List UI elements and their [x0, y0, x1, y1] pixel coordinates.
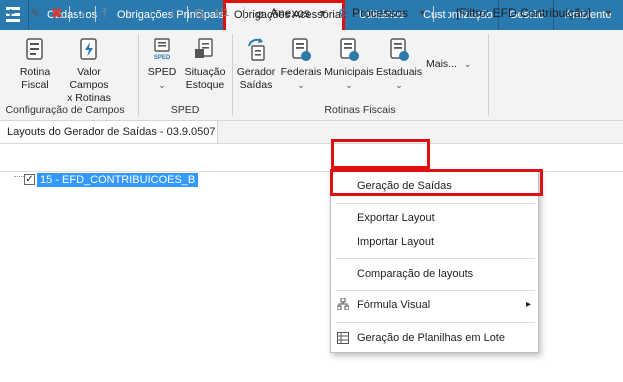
- filter-button[interactable]: [Filtro: EFD Contribuição]: [456, 0, 591, 27]
- rotina-fiscal-label-1: Rotina: [19, 66, 51, 78]
- submenu-arrow-icon: ▸: [526, 299, 532, 310]
- filter-icon[interactable]: [442, 0, 452, 27]
- divider: [433, 6, 434, 22]
- valor-campos-label-1: Valor Campos: [69, 66, 109, 91]
- document-badge-icon: [292, 38, 311, 61]
- chevron-down-icon: ⌄: [345, 80, 353, 90]
- processos-button[interactable]: Processos: [352, 0, 408, 27]
- divider: [488, 34, 489, 116]
- menu-item-comparacao-layouts[interactable]: Comparação de layouts: [357, 265, 473, 283]
- processos-dropdown-menu: Geração de Saídas Exportar Layout Import…: [330, 171, 539, 353]
- document-badge-icon: [390, 38, 409, 61]
- page-indicator: 1/1: [214, 7, 230, 19]
- estaduais-label: Estaduais: [376, 66, 423, 78]
- rotina-fiscal-label-2: Fiscal: [21, 79, 49, 91]
- federais-label: Federais: [280, 66, 322, 78]
- spreadsheet-icon: [337, 332, 349, 344]
- stock-document-icon: [195, 38, 213, 58]
- divider: [28, 0, 29, 30]
- gerador-saidas-button[interactable]: Gerador Saídas: [236, 38, 276, 92]
- anexos-dropdown-arrow-icon[interactable]: ▼: [318, 0, 327, 27]
- divider: [138, 34, 139, 116]
- menu-item-exportar-layout[interactable]: Exportar Layout: [357, 209, 435, 227]
- delete-icon[interactable]: ✖: [51, 0, 63, 27]
- document-badge-icon: [340, 38, 359, 61]
- menu-separator: [335, 322, 535, 323]
- highlight-box-processos: [331, 139, 430, 169]
- formula-visual-icon: [336, 297, 350, 311]
- move-up-icon[interactable]: ↑: [126, 0, 132, 27]
- refresh-icon[interactable]: ⟳: [76, 0, 88, 27]
- menu-separator: [335, 258, 535, 259]
- toolbar: [0, 144, 623, 172]
- gear-icon: ⚙: [338, 6, 349, 20]
- menu-item-importar-layout[interactable]: Importar Layout: [357, 233, 434, 251]
- chevron-down-icon: ⌄: [395, 80, 403, 90]
- item-checkbox[interactable]: ✓: [24, 174, 35, 185]
- federais-button[interactable]: Federais ⌄: [280, 38, 322, 92]
- valor-campos-button[interactable]: Valor Campos x Rotinas: [58, 38, 120, 105]
- group-label-sped: SPED: [170, 104, 200, 116]
- divider: [187, 6, 188, 22]
- tree-connector: [14, 176, 24, 178]
- tree-item-layout[interactable]: 15 - EFD_CONTRIBUICOES_B: [37, 173, 199, 187]
- gerador-label-2: Saídas: [239, 79, 273, 91]
- menu-separator: [335, 290, 535, 291]
- mais-label: Mais...: [426, 58, 457, 70]
- document-icon: [26, 38, 43, 60]
- municipais-label: Municipais: [324, 66, 374, 78]
- sped-icon: SPED: [154, 38, 171, 61]
- processos-dropdown-arrow-icon[interactable]: ▼: [418, 0, 427, 27]
- situacao-estoque-button[interactable]: Situação Estoque: [183, 38, 227, 92]
- group-label-configuracao: Configuração de Campos: [5, 104, 125, 116]
- sped-icon-text: SPED: [154, 55, 171, 61]
- move-down-icon[interactable]: ↓: [148, 0, 154, 27]
- chevron-down-icon: ⌄: [463, 59, 472, 69]
- divider: [232, 34, 233, 116]
- document-lightning-icon: [80, 38, 97, 60]
- situacao-label-1: Situação: [184, 66, 226, 78]
- chevron-down-icon: ⌄: [297, 80, 305, 90]
- chevron-down-icon: ⌄: [158, 80, 166, 90]
- edit-pencil-icon[interactable]: ✎: [30, 0, 40, 27]
- sped-button[interactable]: SPED SPED ⌄: [144, 38, 180, 92]
- group-label-rotinas-fiscais: Rotinas Fiscais: [324, 104, 396, 116]
- estaduais-button[interactable]: Estaduais ⌄: [376, 38, 422, 92]
- filter-dropdown-arrow-icon[interactable]: ▼: [604, 0, 613, 27]
- sped-label: SPED: [147, 66, 177, 78]
- anexos-button[interactable]: Anexos: [270, 0, 310, 27]
- highlight-box-geracao-saidas: [330, 169, 543, 196]
- document-tab[interactable]: Layouts do Gerador de Saídas - 03.9.0507: [0, 121, 218, 143]
- situacao-label-2: Estoque: [185, 79, 225, 91]
- divider: [95, 6, 96, 22]
- gerador-label-1: Gerador: [236, 66, 276, 78]
- menu-item-formula-visual[interactable]: Fórmula Visual: [357, 296, 430, 314]
- divider: [69, 6, 70, 22]
- divider: [244, 6, 245, 22]
- municipais-button[interactable]: Municipais ⌄: [324, 38, 374, 92]
- add-icon[interactable]: +: [6, 0, 15, 27]
- menu-item-geracao-planilhas[interactable]: Geração de Planilhas em Lote: [357, 329, 505, 347]
- search-icon[interactable]: [194, 0, 206, 27]
- valor-campos-label-2: x Rotinas: [67, 92, 111, 104]
- paperclip-icon[interactable]: ⌀: [256, 0, 264, 27]
- gerador-saidas-icon: [248, 38, 265, 61]
- move-last-icon[interactable]: ⤓: [170, 0, 175, 27]
- menu-separator: [335, 203, 535, 204]
- mais-button[interactable]: Mais... ⌄: [426, 58, 482, 71]
- move-first-icon[interactable]: ⤒: [102, 0, 107, 27]
- rotina-fiscal-button[interactable]: Rotina Fiscal: [14, 38, 56, 92]
